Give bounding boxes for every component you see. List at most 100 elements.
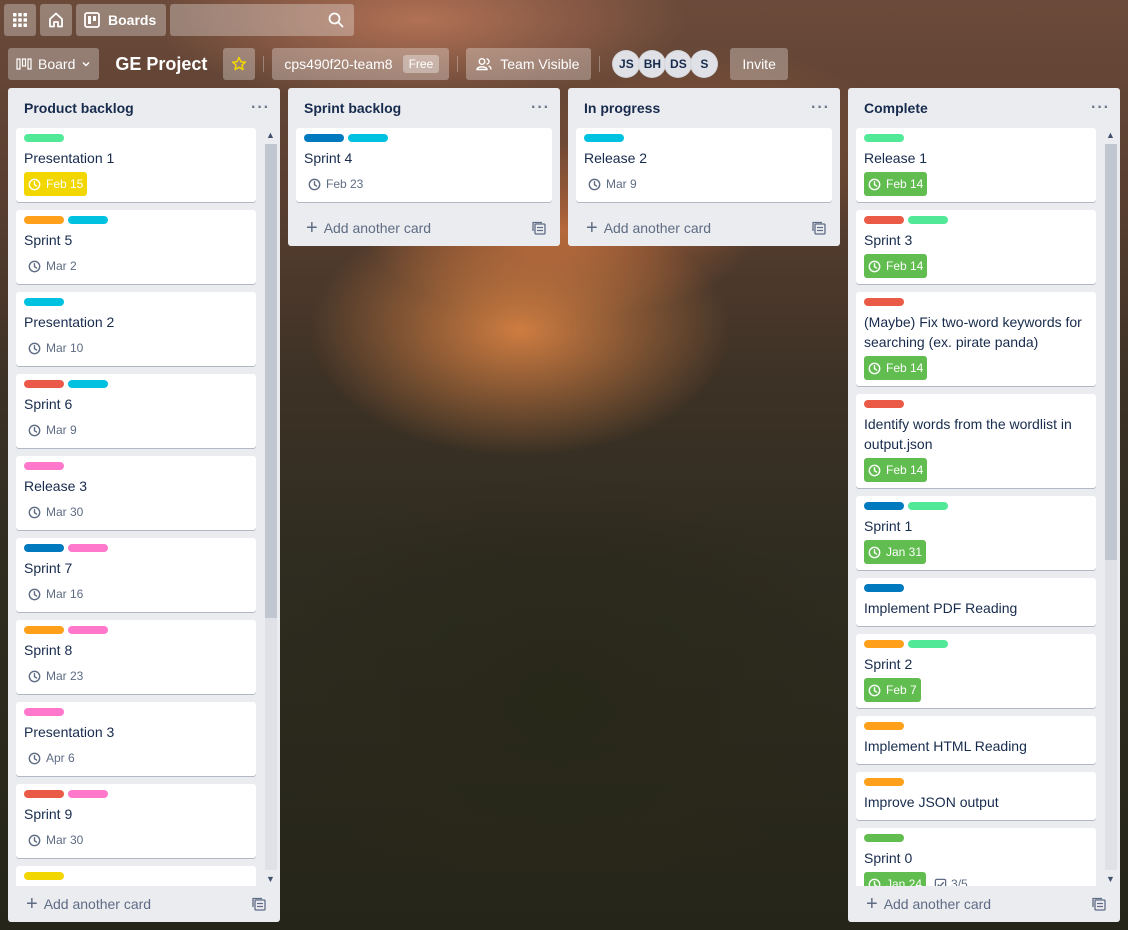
due-date-badge[interactable]: Mar 10 bbox=[24, 336, 87, 360]
scroll-down-arrow[interactable]: ▼ bbox=[1106, 874, 1115, 884]
list-menu-button[interactable]: ··· bbox=[251, 99, 270, 117]
home-button[interactable] bbox=[40, 4, 72, 36]
template-icon[interactable] bbox=[812, 221, 826, 235]
scroll-up-arrow[interactable]: ▲ bbox=[266, 130, 275, 140]
card[interactable]: Sprint 3 Feb 14 bbox=[856, 210, 1096, 284]
label-green[interactable] bbox=[24, 134, 64, 142]
add-card-button[interactable]: + Add another card bbox=[8, 886, 280, 922]
label-pink[interactable] bbox=[24, 708, 64, 716]
due-date-badge[interactable]: Feb 14 bbox=[864, 356, 928, 380]
label-limegreen[interactable] bbox=[864, 834, 904, 842]
label-blue[interactable] bbox=[304, 134, 344, 142]
avatar[interactable]: DS bbox=[664, 50, 693, 78]
visibility-button[interactable]: Team Visible bbox=[466, 48, 592, 80]
list-menu-button[interactable]: ··· bbox=[811, 99, 830, 117]
template-icon[interactable] bbox=[532, 221, 546, 235]
list-menu-button[interactable]: ··· bbox=[531, 99, 550, 117]
label-orange[interactable] bbox=[24, 626, 64, 634]
label-pink[interactable] bbox=[68, 544, 108, 552]
due-date-badge[interactable]: Feb 15 bbox=[24, 172, 88, 196]
due-date-badge[interactable]: Mar 16 bbox=[24, 582, 87, 606]
card[interactable]: Sprint 6 Mar 9 bbox=[16, 374, 256, 448]
due-date-badge[interactable]: Mar 2 bbox=[24, 254, 81, 278]
card[interactable]: Sprint 4 Feb 23 bbox=[296, 128, 552, 202]
add-card-button[interactable]: + Add another card bbox=[568, 210, 840, 246]
due-date-badge[interactable]: Mar 23 bbox=[24, 664, 87, 688]
label-green[interactable] bbox=[908, 502, 948, 510]
card[interactable]: Sprint 5 Mar 2 bbox=[16, 210, 256, 284]
label-pink[interactable] bbox=[68, 790, 108, 798]
add-card-button[interactable]: + Add another card bbox=[288, 210, 560, 246]
avatar[interactable]: JS bbox=[612, 50, 641, 78]
card[interactable]: Identify words from the wordlist in outp… bbox=[856, 394, 1096, 488]
label-blue[interactable] bbox=[24, 544, 64, 552]
list-menu-button[interactable]: ··· bbox=[1091, 99, 1110, 117]
card[interactable]: Release 2 Mar 9 bbox=[576, 128, 832, 202]
list-title[interactable]: Sprint backlog bbox=[304, 100, 401, 116]
card[interactable]: Final Release bbox=[16, 866, 256, 886]
card[interactable]: Improve JSON output bbox=[856, 772, 1096, 820]
label-cyan[interactable] bbox=[348, 134, 388, 142]
avatar[interactable]: S bbox=[690, 50, 719, 78]
invite-button[interactable]: Invite bbox=[730, 48, 788, 80]
label-green[interactable] bbox=[908, 216, 948, 224]
card[interactable]: (Maybe) Fix two-word keywords for search… bbox=[856, 292, 1096, 386]
label-red[interactable] bbox=[24, 790, 64, 798]
card[interactable]: Sprint 8 Mar 23 bbox=[16, 620, 256, 694]
label-pink[interactable] bbox=[68, 626, 108, 634]
label-red[interactable] bbox=[24, 380, 64, 388]
label-cyan[interactable] bbox=[68, 380, 108, 388]
label-orange[interactable] bbox=[864, 640, 904, 648]
label-green[interactable] bbox=[864, 134, 904, 142]
due-date-badge[interactable]: Mar 9 bbox=[584, 172, 641, 196]
board-view-switcher[interactable]: Board bbox=[8, 48, 100, 80]
due-date-badge[interactable]: Jan 24 bbox=[864, 872, 927, 886]
board-title[interactable]: GE Project bbox=[115, 54, 207, 75]
label-green[interactable] bbox=[908, 640, 948, 648]
due-date-badge[interactable]: Mar 30 bbox=[24, 828, 87, 852]
label-red[interactable] bbox=[864, 216, 904, 224]
due-date-badge[interactable]: Jan 31 bbox=[864, 540, 927, 564]
card[interactable]: Sprint 0 Jan 24 3/5 bbox=[856, 828, 1096, 886]
template-icon[interactable] bbox=[1092, 897, 1106, 911]
label-red[interactable] bbox=[864, 400, 904, 408]
star-button[interactable] bbox=[223, 48, 256, 80]
workspace-button[interactable]: cps490f20-team8 Free bbox=[272, 48, 450, 80]
due-date-badge[interactable]: Feb 14 bbox=[864, 458, 928, 482]
due-date-badge[interactable]: Mar 9 bbox=[24, 418, 81, 442]
boards-button[interactable]: Boards bbox=[76, 4, 167, 36]
label-orange[interactable] bbox=[864, 722, 904, 730]
card[interactable]: Presentation 2 Mar 10 bbox=[16, 292, 256, 366]
card[interactable]: Presentation 3 Apr 6 bbox=[16, 702, 256, 776]
label-orange[interactable] bbox=[864, 778, 904, 786]
scroll-down-arrow[interactable]: ▼ bbox=[266, 874, 275, 884]
label-cyan[interactable] bbox=[584, 134, 624, 142]
card[interactable]: Release 3 Mar 30 bbox=[16, 456, 256, 530]
due-date-badge[interactable]: Feb 7 bbox=[864, 678, 921, 702]
avatar[interactable]: BH bbox=[638, 50, 667, 78]
label-pink[interactable] bbox=[24, 462, 64, 470]
card[interactable]: Sprint 7 Mar 16 bbox=[16, 538, 256, 612]
scrollbar[interactable]: ▲ ▼ bbox=[262, 128, 277, 886]
list-title[interactable]: Product backlog bbox=[24, 100, 134, 116]
scroll-up-arrow[interactable]: ▲ bbox=[1106, 130, 1115, 140]
add-card-button[interactable]: + Add another card bbox=[848, 886, 1120, 922]
card[interactable]: Implement HTML Reading bbox=[856, 716, 1096, 764]
label-cyan[interactable] bbox=[68, 216, 108, 224]
label-orange[interactable] bbox=[24, 216, 64, 224]
label-yellow[interactable] bbox=[24, 872, 64, 880]
label-blue[interactable] bbox=[864, 584, 904, 592]
list-title[interactable]: Complete bbox=[864, 100, 928, 116]
due-date-badge[interactable]: Mar 30 bbox=[24, 500, 87, 524]
scroll-thumb[interactable] bbox=[265, 144, 277, 618]
card[interactable]: Presentation 1 Feb 15 bbox=[16, 128, 256, 202]
search-input[interactable] bbox=[170, 4, 355, 36]
label-cyan[interactable] bbox=[24, 298, 64, 306]
card[interactable]: Sprint 1 Jan 31 bbox=[856, 496, 1096, 570]
template-icon[interactable] bbox=[252, 897, 266, 911]
label-blue[interactable] bbox=[864, 502, 904, 510]
due-date-badge[interactable]: Feb 14 bbox=[864, 172, 928, 196]
label-red[interactable] bbox=[864, 298, 904, 306]
card[interactable]: Release 1 Feb 14 bbox=[856, 128, 1096, 202]
app-switcher-button[interactable] bbox=[4, 4, 36, 36]
